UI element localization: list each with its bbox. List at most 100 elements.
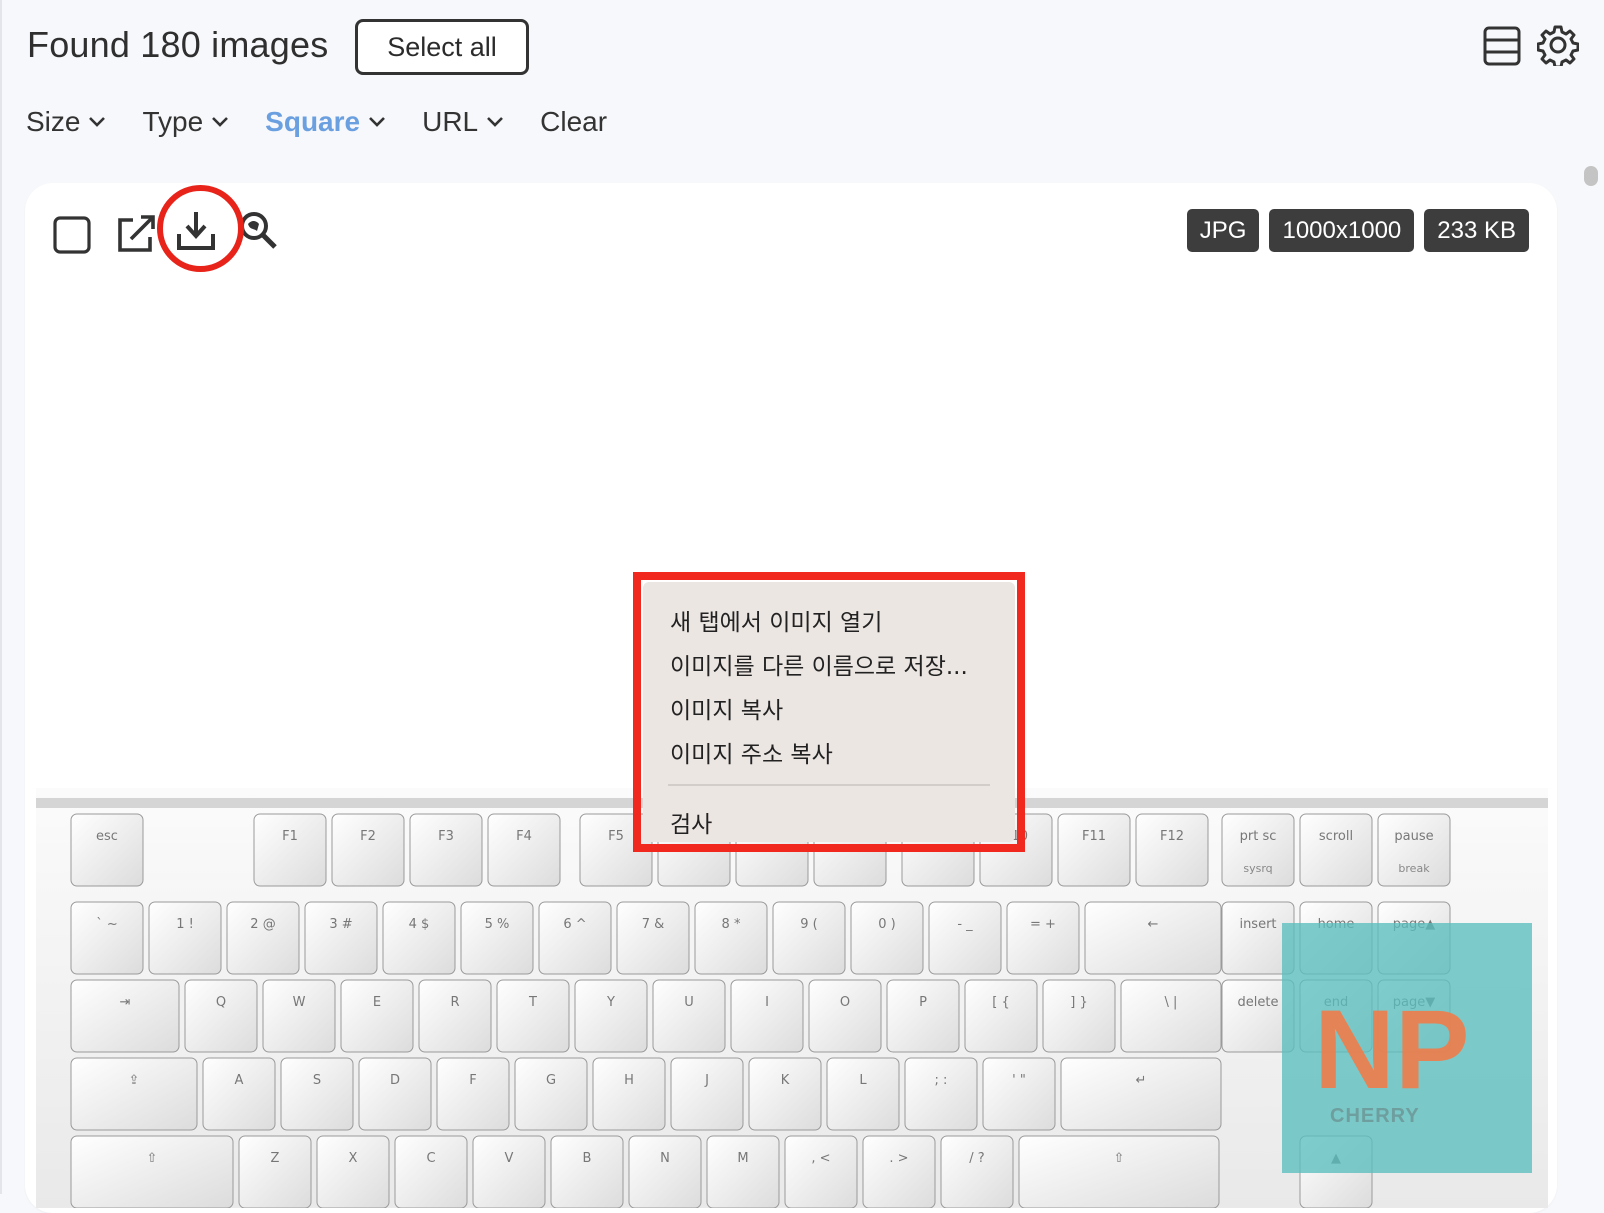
keycap-num5 — [460, 901, 534, 975]
keycap-label: W — [293, 995, 306, 1010]
keycap-label: G — [546, 1073, 556, 1088]
keycap-f15 — [1377, 813, 1451, 887]
keycap-shift3 — [394, 1135, 468, 1208]
menu-save-image-as[interactable]: 이미지를 다른 이름으로 저장... — [643, 642, 1015, 686]
keycap-caps7 — [670, 1057, 744, 1131]
keycap-label: 9 ( — [800, 917, 817, 932]
keycap-label: V — [505, 1151, 514, 1166]
filter-url[interactable]: URL — [422, 106, 504, 138]
keycap-f14 — [1299, 813, 1373, 887]
chevron-down-icon — [212, 117, 229, 127]
keycap-label: D — [390, 1073, 400, 1088]
filter-type[interactable]: Type — [142, 106, 229, 138]
keycap-num6 — [538, 901, 612, 975]
keycap-shift1 — [238, 1135, 312, 1208]
keycap-label: ] } — [1070, 995, 1087, 1010]
keycap-f4 — [487, 813, 561, 887]
chevron-down-icon — [487, 117, 504, 127]
keycap-label: Z — [271, 1151, 280, 1166]
keycap-label: P — [919, 995, 927, 1010]
keycap-shift7 — [706, 1135, 780, 1208]
watermark-overlay: NP CHERRY — [1282, 923, 1532, 1173]
menu-copy-image-address[interactable]: 이미지 주소 복사 — [643, 730, 1015, 774]
keycap-num2 — [226, 901, 300, 975]
keycap-num10 — [850, 901, 924, 975]
keycap-label: L — [859, 1073, 867, 1088]
keycap-tab2 — [262, 979, 336, 1053]
keycap-label: esc — [96, 829, 118, 844]
keycap-label: - _ — [957, 917, 973, 932]
keycap-label: = + — [1030, 917, 1056, 932]
filter-size[interactable]: Size — [26, 106, 106, 138]
keycap-caps12 — [1060, 1057, 1222, 1131]
keycap-label: \ | — [1165, 995, 1178, 1010]
watermark-brand: CHERRY — [1330, 1105, 1420, 1127]
keycap-label: F — [469, 1073, 476, 1088]
keycap-label: 4 $ — [409, 917, 430, 932]
keycap-label: 2 @ — [250, 917, 275, 932]
menu-copy-image[interactable]: 이미지 복사 — [643, 686, 1015, 730]
keycap-label: insert — [1239, 917, 1276, 932]
menu-inspect[interactable]: 검사 — [643, 800, 1015, 844]
keycap-f12 — [1135, 813, 1209, 887]
chevron-down-icon — [369, 117, 386, 127]
keycap-label: ↵ — [1136, 1073, 1147, 1088]
keycap-label: ` ~ — [96, 917, 118, 932]
keycap-label: F11 — [1082, 829, 1106, 844]
scrollbar-thumb[interactable] — [1584, 166, 1598, 186]
keycap-shift8 — [784, 1135, 858, 1208]
keycap-num12 — [1006, 901, 1080, 975]
keycap-caps6 — [592, 1057, 666, 1131]
keycap-f11 — [1057, 813, 1131, 887]
keycap-label: N — [660, 1151, 670, 1166]
keycap-label: R — [450, 995, 459, 1010]
checkbox-icon[interactable] — [53, 216, 91, 254]
filter-square-label: Square — [265, 106, 361, 137]
keycap-label: ; : — [935, 1073, 948, 1088]
keycap-tab13 — [1120, 979, 1222, 1053]
keycap-num11 — [928, 901, 1002, 975]
keycap-label: F12 — [1160, 829, 1184, 844]
keycap-num9 — [772, 901, 846, 975]
keycap-caps8 — [748, 1057, 822, 1131]
watermark-text: NP — [1314, 987, 1470, 1112]
keycap-caps5 — [514, 1057, 588, 1131]
keycap-label: F3 — [438, 829, 454, 844]
keycap-shift10 — [940, 1135, 1014, 1208]
clear-filters-link[interactable]: Clear — [540, 106, 607, 138]
filter-square[interactable]: Square — [265, 106, 386, 138]
keycap-caps1 — [202, 1057, 276, 1131]
list-view-icon[interactable] — [1483, 26, 1521, 66]
filter-bar: Size Type Square URL Clear — [26, 100, 643, 144]
keycap-label: delete — [1238, 995, 1279, 1010]
keycap-label: H — [624, 1073, 634, 1088]
keycap-label: ⇧ — [147, 1151, 158, 1166]
keycap-label: C — [426, 1151, 435, 1166]
keycap-shift4 — [472, 1135, 546, 1208]
page-title: Found 180 images — [27, 24, 329, 65]
keycap-f3 — [409, 813, 483, 887]
select-all-button[interactable]: Select all — [355, 19, 529, 75]
keycap-num1 — [148, 901, 222, 975]
keycap-caps9 — [826, 1057, 900, 1131]
keycap-caps0 — [70, 1057, 198, 1131]
keycap-tab6 — [574, 979, 648, 1053]
gear-icon[interactable] — [1537, 24, 1579, 66]
filter-url-label: URL — [422, 106, 479, 137]
keycap-label: B — [583, 1151, 592, 1166]
keycap-shift2 — [316, 1135, 390, 1208]
menu-open-image-new-tab[interactable]: 새 탭에서 이미지 열기 — [643, 598, 1015, 642]
keycap-tab8 — [730, 979, 804, 1053]
keycap-tab7 — [652, 979, 726, 1053]
keycap-label: 8 * — [722, 917, 741, 932]
keycap-caps10 — [904, 1057, 978, 1131]
keycap-label: A — [235, 1073, 244, 1088]
keycap-label: I — [765, 995, 769, 1010]
keycap-label: ⇥ — [120, 995, 131, 1010]
keycap-label: F5 — [608, 829, 624, 844]
keycap-num4 — [382, 901, 456, 975]
keycap-shift9 — [862, 1135, 936, 1208]
keycap-label: scroll — [1319, 829, 1353, 844]
keycap-num13 — [1084, 901, 1222, 975]
open-new-tab-icon[interactable] — [115, 213, 157, 255]
